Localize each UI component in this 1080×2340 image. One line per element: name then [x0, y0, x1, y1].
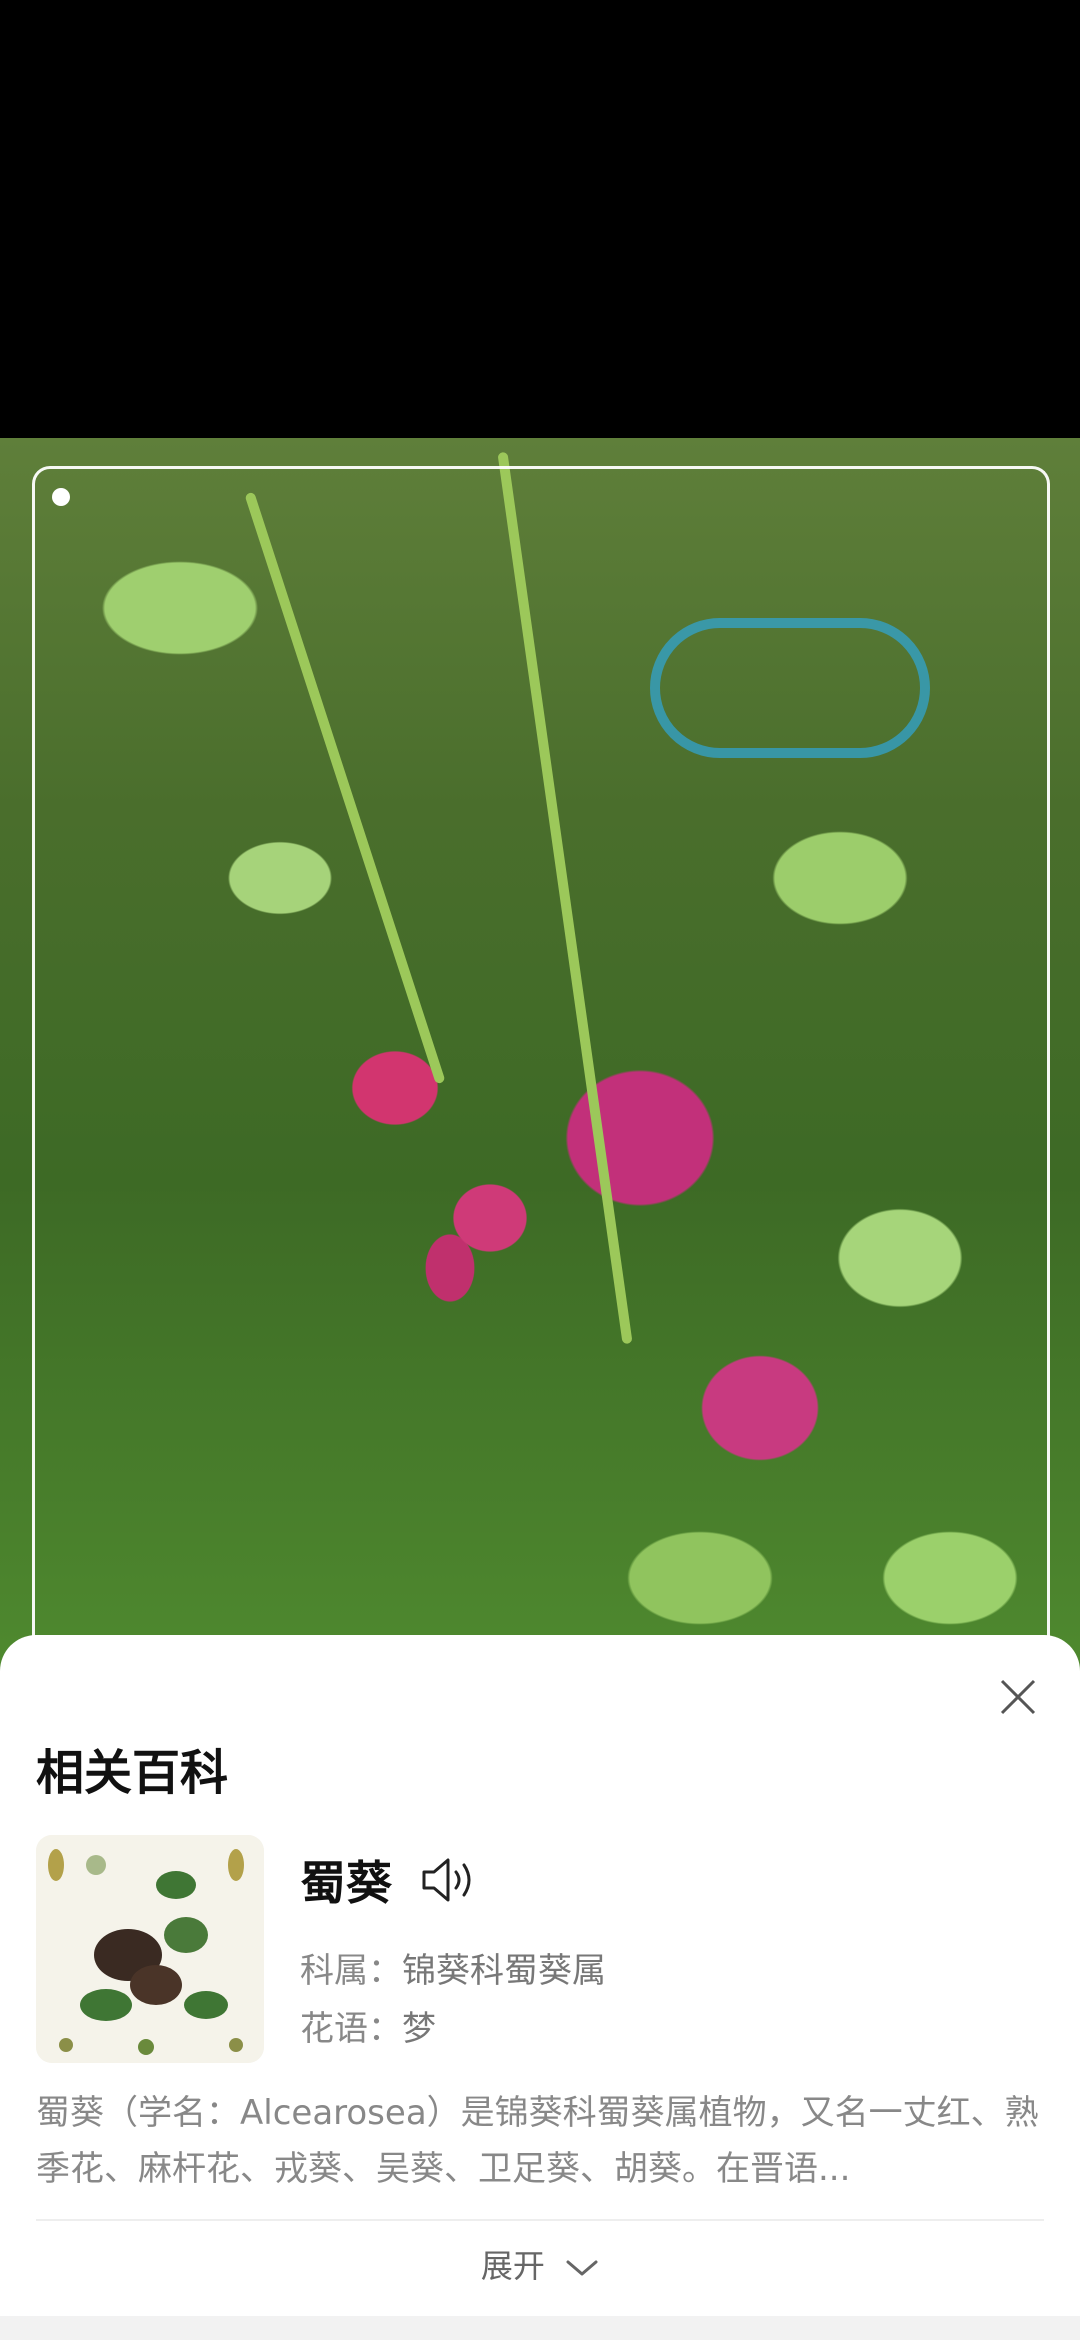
chevron-down-icon	[566, 2260, 598, 2276]
botanical-illustration	[36, 1835, 264, 2063]
close-button[interactable]	[990, 1669, 1046, 1725]
divider	[36, 2219, 1044, 2221]
section-title: 相关百科	[36, 1745, 229, 1801]
bottom-bar	[0, 2316, 1080, 2340]
speaker-icon[interactable]	[420, 1854, 478, 1906]
scan-frame-dot	[52, 488, 70, 506]
flower-language-value: 梦	[402, 2009, 436, 2049]
plant-thumbnail[interactable]	[36, 1835, 264, 2063]
encyclopedia-sheet: 相关百科 蜀葵 科属：锦葵科蜀葵属 花语：梦 蜀葵（学名：Alcearosea）…	[0, 1635, 1080, 2340]
plant-name-row: 蜀葵	[300, 1847, 478, 1913]
family-row: 科属：锦葵科蜀葵属	[300, 1943, 606, 1992]
flower-language-row: 花语：梦	[300, 2001, 436, 2050]
family-value: 锦葵科蜀葵属	[402, 1951, 606, 1991]
close-icon	[1000, 1679, 1036, 1715]
flower-language-label: 花语：	[300, 2009, 402, 2049]
family-label: 科属：	[300, 1951, 402, 1991]
plant-name: 蜀葵	[300, 1856, 392, 1910]
plant-description: 蜀葵（学名：Alcearosea）是锦葵科蜀葵属植物，又名一丈红、熟季花、麻杆花…	[36, 2093, 1039, 2189]
screen: 相关百科 蜀葵 科属：锦葵科蜀葵属 花语：梦 蜀葵（学名：Alcearosea）…	[0, 0, 1080, 2340]
scan-frame	[32, 466, 1050, 1766]
expand-button[interactable]: 展开	[0, 2241, 1080, 2287]
expand-label: 展开	[480, 2247, 545, 2285]
